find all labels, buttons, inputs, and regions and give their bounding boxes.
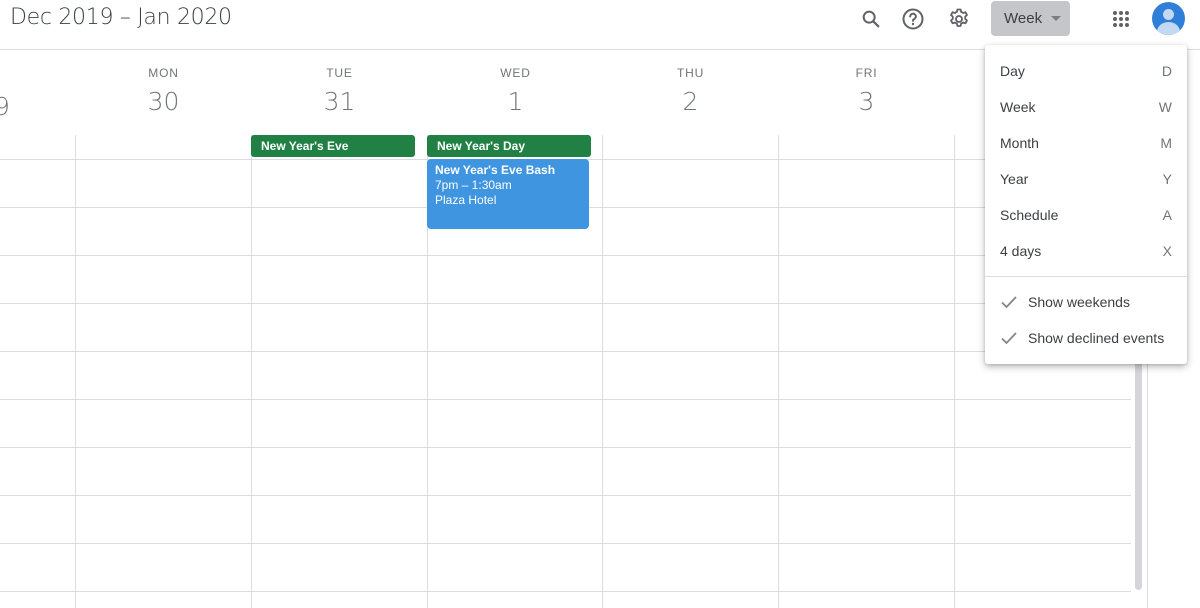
day-header-tue[interactable]: TUE 31 — [252, 66, 427, 116]
menu-item-shortcut: D — [1161, 63, 1172, 79]
day-number: 30 — [147, 87, 180, 116]
day-number: 31 — [323, 87, 356, 116]
day-number-partial: 9 — [0, 92, 10, 121]
all-day-event[interactable]: New Year's Day — [427, 135, 591, 157]
menu-item-shortcut: A — [1162, 207, 1172, 223]
date-range-title: Dec 2019 – Jan 2020 — [10, 5, 232, 30]
event-time: 7pm – 1:30am — [435, 178, 512, 192]
menu-item-week[interactable]: Week W — [985, 89, 1187, 125]
view-menu: Day D Week W Month M Year Y Schedule A 4 days… — [985, 45, 1187, 364]
menu-item-month[interactable]: Month M — [985, 125, 1187, 161]
column-divider — [954, 135, 955, 608]
menu-item-label: Month — [1000, 135, 1039, 151]
menu-item-shortcut: W — [1158, 99, 1172, 115]
view-selector-button[interactable]: Week — [991, 1, 1070, 36]
menu-item-year[interactable]: Year Y — [985, 161, 1187, 197]
column-divider — [251, 135, 252, 608]
checkmark-icon — [1001, 332, 1017, 345]
menu-item-schedule[interactable]: Schedule A — [985, 197, 1187, 233]
day-number: 2 — [682, 87, 699, 116]
hour-row-divider — [0, 255, 1131, 256]
menu-item-shortcut: M — [1160, 135, 1172, 151]
menu-item-label: Schedule — [1000, 207, 1059, 223]
event-title: New Year's Eve Bash — [435, 163, 556, 177]
column-divider — [602, 135, 603, 608]
menu-item-label: Day — [1000, 63, 1025, 79]
event-location: Plaza Hotel — [435, 193, 497, 207]
menu-item-day[interactable]: Day D — [985, 53, 1187, 89]
hour-row-divider — [0, 543, 1131, 544]
help-button[interactable] — [899, 5, 927, 33]
day-header-thu[interactable]: THU 2 — [603, 66, 778, 116]
search-button[interactable] — [857, 5, 885, 33]
avatar-body-shape — [1157, 22, 1180, 35]
hour-row-divider — [0, 447, 1131, 448]
caret-down-icon — [1051, 16, 1061, 21]
hour-row-divider — [0, 351, 1131, 352]
vertical-scrollbar[interactable] — [1135, 350, 1142, 590]
menu-item-4-days[interactable]: 4 days X — [985, 233, 1187, 269]
menu-item-shortcut: X — [1162, 243, 1172, 259]
apps-button[interactable] — [1107, 5, 1135, 33]
toggle-show-weekends[interactable]: Show weekends — [985, 284, 1187, 320]
hour-row-divider — [0, 303, 1131, 304]
day-of-week: THU — [676, 66, 705, 80]
column-divider — [75, 135, 76, 608]
day-header-fri[interactable]: FRI 3 — [779, 66, 954, 116]
menu-item-label: Year — [1000, 171, 1029, 187]
menu-item-label: 4 days — [1000, 243, 1042, 259]
menu-divider — [985, 276, 1187, 277]
avatar-head-shape — [1163, 9, 1174, 20]
checkmark-icon — [1001, 296, 1017, 309]
day-of-week: MON — [148, 66, 179, 80]
day-of-week: FRI — [855, 66, 878, 80]
day-number: 1 — [507, 87, 524, 116]
day-header-wed[interactable]: WED 1 — [428, 66, 603, 116]
toggle-show-declined-events[interactable]: Show declined events — [985, 320, 1187, 356]
column-divider — [778, 135, 779, 608]
timed-event[interactable]: New Year's Eve Bash 7pm – 1:30am Plaza H… — [427, 159, 589, 229]
day-number: 3 — [858, 87, 875, 116]
toggle-label: Show weekends — [1028, 294, 1130, 310]
search-icon — [862, 10, 880, 28]
settings-button[interactable] — [945, 5, 973, 33]
settings-icon — [950, 8, 968, 27]
hour-row-divider — [0, 399, 1131, 400]
day-of-week: TUE — [326, 66, 353, 80]
toggle-label: Show declined events — [1028, 330, 1165, 346]
day-of-week: WED — [500, 66, 531, 80]
hour-row-divider — [0, 495, 1131, 496]
view-selector-label: Week — [1004, 10, 1043, 27]
day-header-mon[interactable]: MON 30 — [76, 66, 251, 116]
help-icon — [902, 8, 924, 30]
hour-row-divider — [0, 591, 1131, 592]
all-day-event[interactable]: New Year's Eve — [251, 135, 415, 157]
day-header-partial[interactable] — [0, 66, 75, 73]
menu-item-label: Week — [1000, 99, 1036, 115]
menu-item-shortcut: Y — [1162, 171, 1172, 187]
top-bar: Dec 2019 – Jan 2020 Week — [0, 0, 1200, 50]
account-avatar[interactable] — [1152, 2, 1185, 35]
apps-grid-icon — [1113, 11, 1129, 27]
